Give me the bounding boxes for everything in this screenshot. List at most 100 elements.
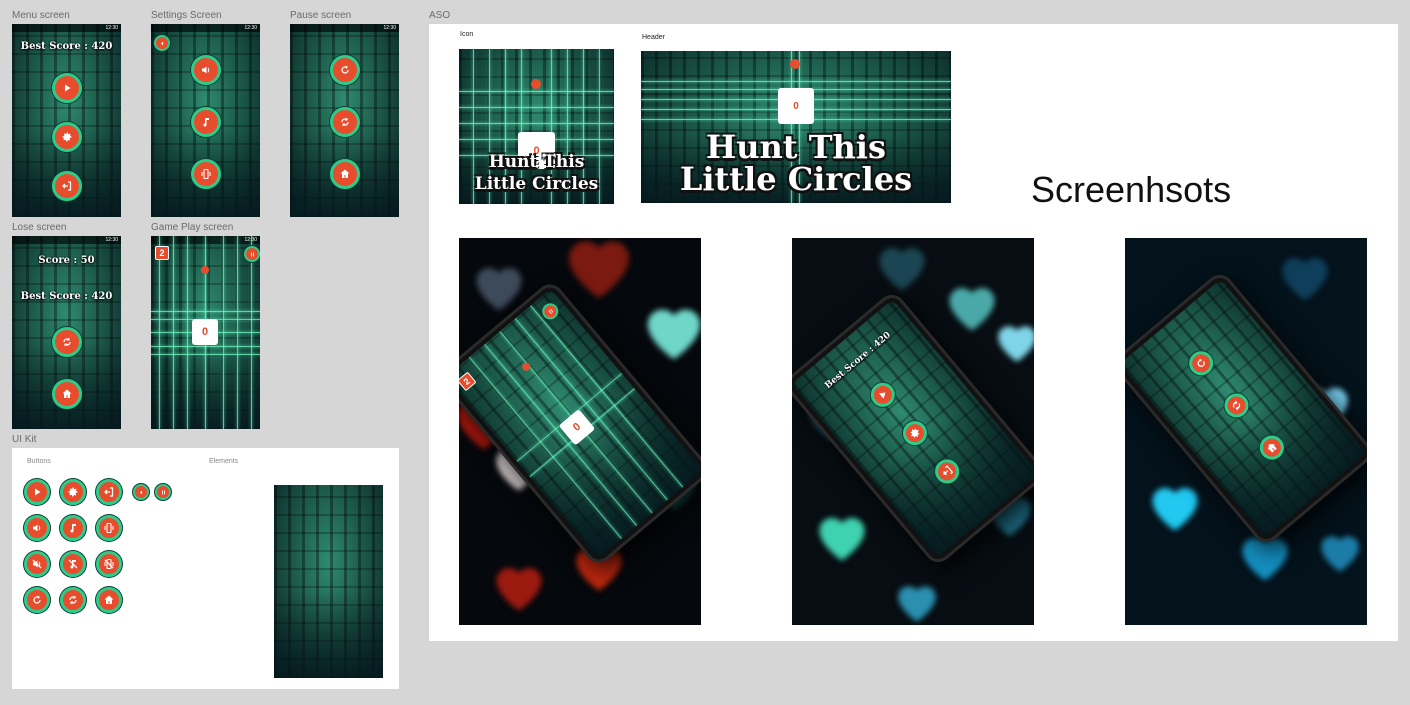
home-button[interactable] xyxy=(330,159,360,189)
pause-icon xyxy=(160,489,167,496)
sound-icon xyxy=(31,522,43,534)
sound-button[interactable] xyxy=(191,55,221,85)
restart-icon xyxy=(1193,355,1210,372)
gear-icon xyxy=(67,486,79,498)
screenshots-heading: Screenhsots xyxy=(1031,169,1232,210)
vibrate-off-icon xyxy=(103,558,115,570)
settings-button[interactable] xyxy=(52,122,82,152)
buttons-label: Buttons xyxy=(27,458,51,465)
feature-header: 0 Hunt This Little Circles xyxy=(641,51,951,203)
restart-button[interactable] xyxy=(330,55,360,85)
exit-button[interactable] xyxy=(52,171,82,201)
header-label: Header xyxy=(642,34,665,41)
kit-play-button[interactable] xyxy=(24,479,50,505)
kit-sound-button[interactable] xyxy=(24,515,50,541)
target-circle xyxy=(520,361,532,373)
kit-back-button[interactable] xyxy=(133,484,149,500)
target-circle xyxy=(790,59,800,69)
best-score-text: Best Score : 420 xyxy=(20,41,113,52)
uikit-panel: Buttons Elements xyxy=(12,448,399,689)
score-board: 0 xyxy=(778,88,814,124)
level-badge: 2 xyxy=(155,246,169,260)
home-button[interactable] xyxy=(52,379,82,409)
restart-icon xyxy=(339,64,351,76)
reload-icon xyxy=(1228,397,1245,414)
score-text: Score : 50 xyxy=(38,255,95,266)
vibrate-icon xyxy=(103,522,115,534)
gear-icon xyxy=(906,425,923,442)
lose-screen: 12:30 Score : 50 Best Score : 420 xyxy=(12,236,121,429)
exit-icon xyxy=(939,463,956,480)
screenshot-2: Best Score : 420 xyxy=(792,238,1034,625)
elements-label: Elements xyxy=(209,458,239,465)
back-icon xyxy=(138,489,145,496)
kit-restart-button[interactable] xyxy=(24,587,50,613)
vibrate-button[interactable] xyxy=(191,159,221,189)
icon-label: Icon xyxy=(460,31,474,38)
home-button[interactable] xyxy=(1254,430,1289,465)
lose-screen-label: Lose screen xyxy=(12,222,67,233)
reload-icon xyxy=(339,116,351,128)
best-score-text: Best Score : 420 xyxy=(20,291,113,302)
exit-button[interactable] xyxy=(930,454,964,489)
music-icon xyxy=(67,522,79,534)
best-score-text: Best Score : 420 xyxy=(823,330,893,392)
settings-screen-label: Settings Screen xyxy=(151,10,222,21)
pause-screen: 12:30 xyxy=(290,24,399,217)
reload-icon xyxy=(67,594,79,606)
reload-button[interactable] xyxy=(1219,388,1254,423)
settings-button[interactable] xyxy=(898,416,932,451)
kit-reload-button[interactable] xyxy=(60,587,86,613)
play-icon xyxy=(874,386,891,403)
pause-icon xyxy=(545,306,555,316)
pause-screen-label: Pause screen xyxy=(290,10,352,21)
target-circle xyxy=(201,266,209,274)
reload-button[interactable] xyxy=(52,327,82,357)
menu-screen-label: Menu screen xyxy=(12,10,70,21)
play-icon xyxy=(61,82,73,94)
play-button[interactable] xyxy=(52,73,82,103)
restart-icon xyxy=(31,594,43,606)
app-icon: 0 Hunt This Little Circles xyxy=(459,49,614,204)
gameplay-screen-label: Game Play screen xyxy=(151,222,234,233)
kit-sound-off-button[interactable] xyxy=(24,551,50,577)
reload-button[interactable] xyxy=(330,107,360,137)
title-line-1: Hunt This xyxy=(488,152,585,172)
back-button[interactable] xyxy=(154,35,170,51)
kit-music-button[interactable] xyxy=(60,515,86,541)
kit-vibrate-button[interactable] xyxy=(96,515,122,541)
kit-exit-button[interactable] xyxy=(96,479,122,505)
status-bar: 12:30 xyxy=(151,24,260,32)
status-bar: 12:30 xyxy=(12,236,121,244)
kit-vibrate-off-button[interactable] xyxy=(96,551,122,577)
pause-icon xyxy=(249,251,256,258)
play-icon xyxy=(31,486,43,498)
home-icon xyxy=(61,388,73,400)
sound-off-icon xyxy=(31,558,43,570)
music-icon xyxy=(200,116,212,128)
title-line-2: Little Circles xyxy=(474,174,599,194)
score-board: 0 xyxy=(192,319,218,345)
aso-label: ASO xyxy=(429,10,451,21)
pause-button[interactable] xyxy=(244,246,260,262)
music-button[interactable] xyxy=(191,107,221,137)
kit-settings-button[interactable] xyxy=(60,479,86,505)
vibrate-icon xyxy=(200,168,212,180)
menu-screen: 12:30 Best Score : 420 xyxy=(12,24,121,217)
gameplay-screen: 12:30 2 0 xyxy=(151,236,260,429)
exit-icon xyxy=(103,486,115,498)
kit-home-button[interactable] xyxy=(96,587,122,613)
home-icon xyxy=(103,594,115,606)
kit-music-off-button[interactable] xyxy=(60,551,86,577)
status-bar: 12:30 xyxy=(12,24,121,32)
restart-button[interactable] xyxy=(1184,346,1219,381)
title-line-1: Hunt This xyxy=(706,128,886,166)
kit-pause-button[interactable] xyxy=(155,484,171,500)
background-element xyxy=(274,485,383,678)
exit-icon xyxy=(61,180,73,192)
play-button[interactable] xyxy=(865,377,900,412)
gear-icon xyxy=(61,131,73,143)
title-line-2: Little Circles xyxy=(679,160,913,198)
screenshot-3 xyxy=(1125,238,1367,625)
sound-icon xyxy=(200,64,212,76)
